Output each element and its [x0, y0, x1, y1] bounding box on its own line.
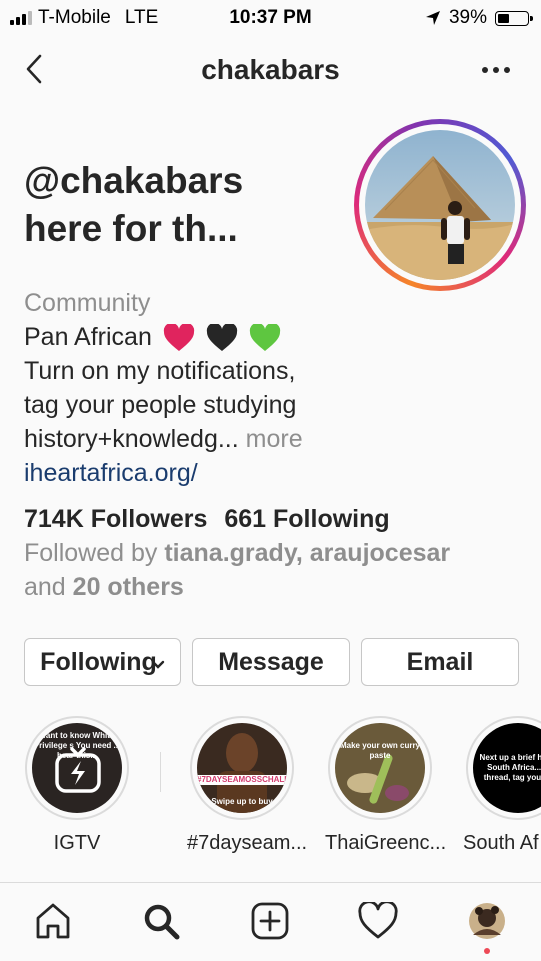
- header-username: chakabars: [201, 54, 340, 85]
- notification-dot: [484, 948, 490, 954]
- status-bar: T-Mobile LTE 10:37 PM 39%: [0, 0, 541, 36]
- highlight-thaigreencurry-label: ThaiGreenc...: [325, 832, 447, 854]
- tab-profile[interactable]: [465, 899, 509, 943]
- following-button-label: Following: [40, 647, 157, 676]
- green-heart-icon: [249, 324, 280, 352]
- highlight-thaigreencurry-text: Make your own curry paste: [339, 741, 421, 760]
- following-count[interactable]: 661 Following: [224, 505, 389, 533]
- email-button[interactable]: Email: [361, 638, 519, 686]
- highlight-southafrica-label: South Af: [463, 832, 539, 854]
- highlight-igtv-cover: want to know White Privilege s You need …: [32, 723, 122, 813]
- tab-new-post[interactable]: [248, 899, 292, 943]
- activity-heart-icon: [358, 902, 398, 939]
- location-arrow-icon: [425, 11, 440, 25]
- followed-by-others: 20 others: [72, 573, 184, 601]
- highlight-southafrica-text: Next up a brief histo South Africa... A …: [479, 753, 541, 782]
- tab-search[interactable]: [139, 899, 183, 943]
- battery-percent: 39%: [448, 7, 487, 28]
- bio-line-1: Pan African: [24, 320, 444, 354]
- highlight-southafrica[interactable]: Next up a brief histo South Africa... A …: [463, 716, 541, 855]
- igtv-icon: [55, 747, 101, 793]
- profile-avatar-story-ring[interactable]: [354, 119, 526, 291]
- battery-icon: [495, 10, 533, 26]
- profile-name: @chakabars here for th...: [24, 157, 334, 253]
- bio-line-4-text: history+knowledg...: [24, 425, 239, 453]
- chevron-down-icon: [151, 660, 165, 669]
- tab-home[interactable]: [31, 899, 75, 943]
- profile-header: chakabars: [0, 42, 541, 98]
- profile-avatar-icon: [469, 903, 505, 939]
- bio-line-3: tag your people studying: [24, 391, 297, 419]
- highlight-7dayseamoss[interactable]: #7DAYSEAMOSSCHALLENGE Swipe up to buy #7…: [187, 716, 308, 855]
- more-options-button[interactable]: [479, 60, 513, 80]
- followed-by-users: tiana.grady, araujocesar: [164, 539, 451, 567]
- bio-line-4: history+knowledg... more: [24, 422, 444, 456]
- bio-line-2: Turn on my notifications,: [24, 357, 296, 385]
- profile-stats: 714K Followers 661 Following: [24, 503, 390, 535]
- followers-count[interactable]: 714K Followers: [24, 505, 207, 533]
- home-icon: [36, 903, 70, 939]
- message-button-label: Message: [218, 647, 324, 676]
- profile-category: Community: [24, 289, 151, 317]
- highlight-thaigreencurry-cover: Make your own curry paste: [335, 723, 425, 813]
- highlight-igtv-label: IGTV: [53, 832, 101, 854]
- bio-more-link[interactable]: more: [246, 425, 303, 453]
- red-heart-icon: [163, 324, 194, 352]
- highlight-7dayseamoss-cover: #7DAYSEAMOSSCHALLENGE Swipe up to buy: [197, 723, 287, 813]
- highlight-7dayseamoss-cta: Swipe up to buy: [211, 797, 273, 806]
- message-button[interactable]: Message: [192, 638, 350, 686]
- profile-bio: Community Pan African Turn on my notific…: [24, 286, 444, 490]
- profile-name-line2: here for th...: [24, 208, 238, 249]
- profile-name-line1: @chakabars: [24, 160, 244, 201]
- highlight-thaigreencurry[interactable]: Make your own curry paste ThaiGreenc...: [325, 716, 447, 855]
- followed-by[interactable]: Followed by tiana.grady, araujocesar and…: [24, 536, 524, 604]
- bottom-tab-bar: [0, 882, 541, 961]
- following-button[interactable]: Following: [24, 638, 181, 686]
- followed-by-and: and: [24, 573, 66, 601]
- highlight-southafrica-cover: Next up a brief histo South Africa... A …: [473, 723, 541, 813]
- highlight-7dayseamoss-label: #7dayseam...: [187, 832, 308, 854]
- bio-line-1-text: Pan African: [24, 323, 152, 351]
- highlight-igtv[interactable]: want to know White Privilege s You need …: [22, 716, 132, 855]
- profile-photo: [365, 130, 515, 280]
- more-horizontal-icon: [482, 67, 510, 73]
- status-right: 39%: [425, 7, 533, 29]
- website-link[interactable]: iheartafrica.org/: [24, 456, 444, 490]
- search-icon: [144, 904, 180, 940]
- email-button-label: Email: [406, 647, 474, 676]
- add-post-icon: [251, 902, 289, 940]
- highlight-7dayseamoss-tag: #7DAYSEAMOSSCHALLENGE: [197, 775, 287, 785]
- followed-by-prefix: Followed by: [24, 539, 158, 567]
- highlight-divider: [160, 752, 161, 792]
- tab-activity[interactable]: [356, 899, 400, 943]
- black-heart-icon: [206, 324, 237, 352]
